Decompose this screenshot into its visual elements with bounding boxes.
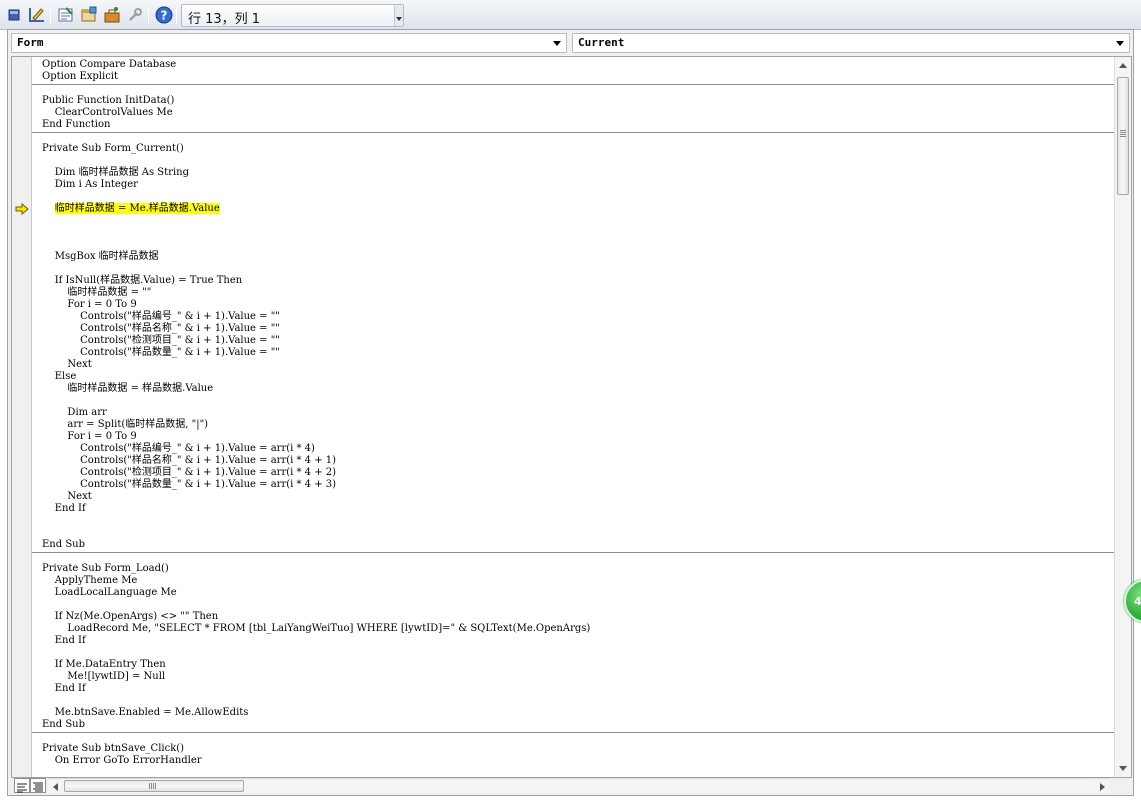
object-browser-icon[interactable] (79, 5, 99, 25)
cursor-position-box: 行 13，列 1 (181, 4, 404, 27)
highlighted-statement: 临时样品数据 = Me.样品数据.Value (54, 203, 220, 214)
scroll-up-arrow-icon[interactable] (1119, 63, 1127, 68)
margin-indicator-bar[interactable] (12, 57, 32, 777)
code-editor[interactable]: Option Compare Database Option Explicit Pu… (11, 56, 1132, 778)
scroll-right-arrow-icon[interactable] (1100, 783, 1105, 791)
design-view-icon[interactable] (27, 5, 47, 25)
current-execution-line: 临时样品数据 = Me.样品数据.Value (42, 203, 220, 215)
code-line: End Sub (42, 719, 86, 730)
vertical-scrollbar[interactable] (1114, 57, 1131, 777)
cursor-position-text: 行 13，列 1 (188, 12, 261, 27)
code-line: Controls("样品数量_" & i + 1).Value = arr(i … (42, 479, 337, 490)
properties-icon[interactable] (56, 5, 76, 25)
full-module-view-icon (33, 782, 43, 792)
code-line: LoadRecord Me, "SELECT * FROM [tbl_LaiYa… (42, 623, 591, 634)
full-module-view-button[interactable] (30, 778, 46, 793)
code-line: On Error GoTo ErrorHandler (42, 755, 202, 766)
code-text-area[interactable]: Option Compare Database Option Explicit Pu… (32, 57, 1115, 777)
code-line: ApplyTheme Me (42, 575, 138, 586)
procedure-separator (32, 732, 1115, 733)
procedure-separator (32, 132, 1115, 133)
code-line: Me.btnSave.Enabled = Me.AllowEdits (42, 707, 249, 718)
horizontal-scroll-thumb[interactable] (64, 780, 244, 792)
code-line: Controls("检测项目_" & i + 1).Value = arr(i … (42, 467, 337, 478)
code-line: End Sub (42, 539, 86, 550)
code-line: LoadLocalLanguage Me (42, 587, 177, 598)
procedure-dropdown-value: Current (578, 36, 625, 49)
procedure-view-button[interactable] (14, 778, 30, 793)
code-line: Private Sub Form_Current() (42, 143, 184, 154)
toolbar-separator (50, 6, 51, 24)
code-line: Option Explicit (42, 71, 119, 82)
code-line: Controls("样品编号_" & i + 1).Value = "" (42, 311, 280, 322)
code-window: Form Current Option Compare Database Opti… (7, 29, 1134, 796)
code-line: arr = Split(临时样品数据, "|") (42, 419, 209, 430)
code-line: ClearControlValues Me (42, 107, 173, 118)
code-line: Private Sub btnSave_Click() (42, 743, 185, 754)
code-line: 临时样品数据 = "" (42, 287, 152, 298)
code-line: If IsNull(样品数据.Value) = True Then (42, 275, 243, 286)
vertical-scroll-thumb[interactable] (1117, 77, 1129, 195)
object-dropdown[interactable]: Form (11, 33, 567, 53)
horizontal-scrollbar[interactable] (48, 778, 1110, 793)
code-line: Me![lywtID] = Null (42, 671, 166, 682)
code-line: End If (42, 503, 86, 514)
code-line: Controls("样品编号_" & i + 1).Value = arr(i … (42, 443, 315, 454)
code-line: End If (42, 683, 86, 694)
code-line: End Function (42, 119, 111, 130)
toolbox-icon[interactable] (102, 5, 122, 25)
code-line: Controls("样品数量_" & i + 1).Value = "" (42, 347, 280, 358)
toolbar-separator (176, 6, 177, 24)
code-line: For i = 0 To 9 (42, 299, 137, 310)
chevron-down-icon[interactable] (1113, 36, 1127, 50)
code-line: Dim 临时样品数据 As String (42, 167, 189, 178)
code-line: Next (42, 359, 92, 370)
execution-pointer-arrow-icon (15, 203, 29, 215)
code-line: Private Sub Form_Load() (42, 563, 169, 574)
toolbar: ? 行 13，列 1 (0, 0, 1141, 30)
procedure-view-icon (17, 783, 27, 793)
tools-icon[interactable] (125, 5, 145, 25)
chevron-down-icon[interactable] (550, 36, 564, 50)
procedure-separator (32, 84, 1115, 85)
code-line: Controls("样品名称_" & i + 1).Value = "" (42, 323, 280, 334)
code-line: Public Function InitData() (42, 95, 175, 106)
code-line: For i = 0 To 9 (42, 431, 137, 442)
code-line: Next (42, 491, 92, 502)
code-line: Dim arr (42, 407, 107, 418)
help-icon[interactable]: ? (154, 5, 174, 25)
code-line: Else (42, 371, 77, 382)
floating-badge-text: 42 (1134, 595, 1141, 608)
code-line: If Me.DataEntry Then (42, 659, 166, 670)
procedure-separator (32, 552, 1115, 553)
code-line: MsgBox 临时样品数据 (42, 251, 159, 262)
code-line: Controls("样品名称_" & i + 1).Value = arr(i … (42, 455, 337, 466)
toolbar-overflow-chevron-icon[interactable] (394, 5, 403, 26)
scroll-left-arrow-icon[interactable] (53, 783, 58, 791)
object-dropdown-value: Form (17, 36, 44, 49)
code-line: Dim i As Integer (42, 179, 138, 190)
editor-bottom-bar (11, 778, 1132, 794)
code-line: 临时样品数据 = 样品数据.Value (42, 383, 214, 394)
code-line: End If (42, 635, 86, 646)
code-line: Controls("检测项目_" & i + 1).Value = "" (42, 335, 280, 346)
code-line: Option Compare Database (42, 59, 177, 70)
toolbar-separator (148, 6, 149, 24)
svg-text:?: ? (161, 9, 168, 23)
scroll-down-arrow-icon[interactable] (1119, 766, 1127, 771)
procedure-dropdown[interactable]: Current (572, 33, 1130, 53)
code-line: If Nz(Me.OpenArgs) <> "" Then (42, 611, 219, 622)
view-object-icon[interactable] (4, 5, 24, 25)
